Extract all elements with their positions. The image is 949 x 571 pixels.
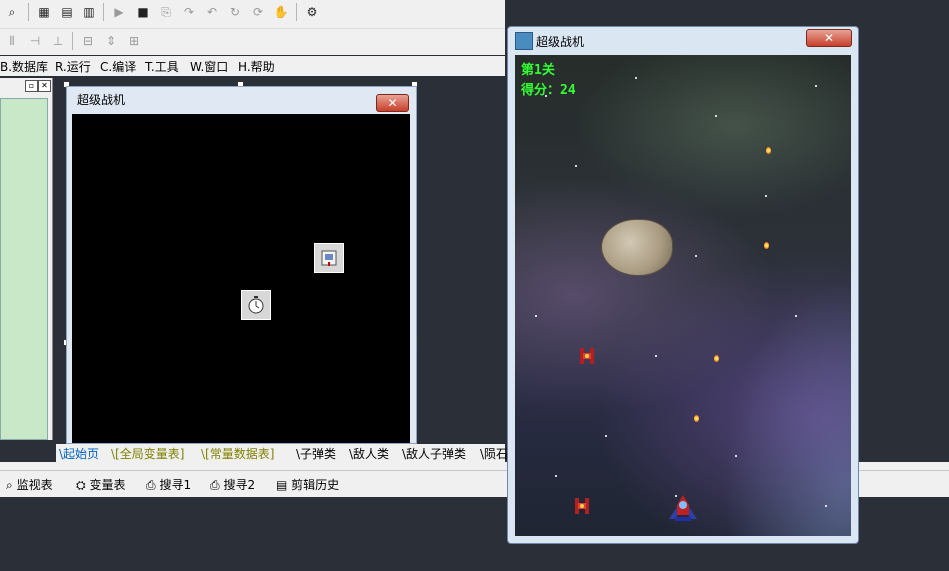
clipboard-icon: ▤	[276, 478, 288, 492]
toolbar-separator	[296, 3, 297, 21]
search1-button[interactable]: ⎙ 搜寻1	[146, 476, 191, 493]
close-button[interactable]: ✕	[806, 29, 852, 47]
toolbar-align: ⫴ ⊣ ⊥ ⊟ ⇕ ⊞	[0, 28, 505, 55]
menu-tools[interactable]: T.工具	[145, 58, 179, 75]
layout2-icon[interactable]: ▤	[58, 3, 76, 21]
menu-database[interactable]: B.数据库	[0, 58, 48, 75]
search-icon: ⌕	[6, 478, 13, 492]
toolbar-separator	[103, 3, 104, 21]
align-right-icon[interactable]: ⊥	[49, 32, 67, 50]
panel-content	[0, 98, 48, 440]
timer-icon[interactable]	[241, 290, 271, 320]
align-left-icon[interactable]: ⫴	[3, 32, 21, 50]
enemy-bullet	[764, 242, 769, 249]
toolbar-top: ⌕ ▦ ▤ ▥ ▶ ■ ⎘ ↷ ↶ ↻ ⟳ ✋ ⚙	[0, 0, 505, 28]
menu-help[interactable]: H.帮助	[238, 58, 275, 75]
run-icon[interactable]: ▶	[110, 3, 128, 21]
design-window-title: 超级战机	[77, 93, 126, 107]
watch-button[interactable]: ⌕ 监视表	[6, 476, 53, 493]
vars-label: 变量表	[89, 478, 126, 492]
watch-label: 监视表	[16, 478, 53, 492]
tab-start-page[interactable]: \起始页	[59, 445, 99, 462]
breakpoint-icon[interactable]: ⟳	[249, 3, 267, 21]
star	[795, 315, 797, 317]
game-canvas[interactable]: 第1关 得分：24	[515, 55, 851, 536]
star	[765, 195, 767, 197]
layout3-icon[interactable]: ▥	[80, 3, 98, 21]
star	[555, 475, 557, 477]
tab-global-vars[interactable]: \[全局变量表]	[111, 445, 184, 462]
star	[815, 85, 817, 87]
find-icon: ⎙	[210, 478, 220, 492]
score-label: 得分：24	[521, 83, 576, 98]
toolbar-separator	[28, 3, 29, 21]
vars-icon: ⛭	[76, 478, 86, 492]
find-icon: ⎙	[146, 478, 156, 492]
layout1-icon[interactable]: ▦	[35, 3, 53, 21]
toolbar-separator	[72, 32, 73, 50]
enemy-ship	[580, 348, 594, 364]
star	[655, 355, 657, 357]
same-size-icon[interactable]: ⊞	[125, 32, 143, 50]
panel-header: ▫ ✕	[0, 78, 52, 94]
menu-window[interactable]: W.窗口	[190, 58, 228, 75]
game-window[interactable]: 超级战机 ✕ 第1关 得分：24	[507, 26, 859, 544]
file-tab-bar: \起始页 \[全局变量表] \[常量数据表] \子弹类 \敌人类 \敌人子弹类 …	[56, 444, 508, 462]
clip-history-button[interactable]: ▤ 剪辑历史	[276, 476, 339, 493]
star	[635, 77, 637, 79]
app-icon	[515, 32, 533, 50]
component-icon[interactable]	[314, 243, 344, 273]
tab-meteor[interactable]: \陨石	[480, 445, 508, 462]
star	[535, 315, 537, 317]
enemy-bullet	[694, 415, 699, 422]
enemy-ship	[575, 498, 589, 514]
star	[735, 455, 737, 457]
star	[715, 115, 717, 117]
step-icon[interactable]: ⎘	[157, 3, 175, 21]
close-icon[interactable]: ✕	[38, 80, 51, 92]
design-canvas[interactable]	[72, 114, 410, 443]
preview-icon[interactable]: ⌕	[3, 3, 21, 21]
menu-run[interactable]: R.运行	[55, 58, 91, 75]
game-window-title: 超级战机	[536, 35, 585, 49]
player-ship	[669, 495, 697, 521]
same-width-icon[interactable]: ⊟	[79, 32, 97, 50]
stepout-icon[interactable]: ↶	[203, 3, 221, 21]
menu-compile[interactable]: C.编译	[100, 58, 136, 75]
search2-button[interactable]: ⎙ 搜寻2	[210, 476, 255, 493]
clip-label: 剪辑历史	[291, 478, 340, 492]
search1-label: 搜寻1	[159, 478, 192, 492]
menu-bar: B.数据库 R.运行 C.编译 T.工具 W.窗口 H.帮助	[0, 56, 505, 76]
debug-icon[interactable]: ⚙	[303, 3, 321, 21]
stepover-icon[interactable]: ↻	[226, 3, 244, 21]
star	[695, 255, 697, 257]
tab-enemy-bullet-class[interactable]: \敌人子弹类	[402, 445, 466, 462]
stop-icon[interactable]: ■	[134, 3, 152, 21]
same-height-icon[interactable]: ⇕	[102, 32, 120, 50]
vars-button[interactable]: ⛭ 变量表	[76, 476, 125, 493]
hand-icon[interactable]: ✋	[272, 3, 290, 21]
stepinto-icon[interactable]: ↷	[180, 3, 198, 21]
star	[605, 435, 607, 437]
star	[575, 165, 577, 167]
left-panel: ▫ ✕	[0, 78, 53, 440]
restore-icon[interactable]: ▫	[25, 80, 38, 92]
enemy-bullet	[766, 147, 771, 154]
search2-label: 搜寻2	[223, 478, 256, 492]
align-center-icon[interactable]: ⊣	[26, 32, 44, 50]
close-button[interactable]: ✕	[376, 94, 409, 112]
star	[825, 505, 827, 507]
asteroid	[601, 219, 673, 276]
enemy-bullet	[714, 355, 719, 362]
tab-const-data[interactable]: \[常量数据表]	[201, 445, 274, 462]
tab-bullet-class[interactable]: \子弹类	[296, 445, 336, 462]
design-window[interactable]: 超级战机 ✕	[66, 86, 417, 444]
level-label: 第1关	[521, 63, 555, 78]
tab-enemy-class[interactable]: \敌人类	[349, 445, 389, 462]
